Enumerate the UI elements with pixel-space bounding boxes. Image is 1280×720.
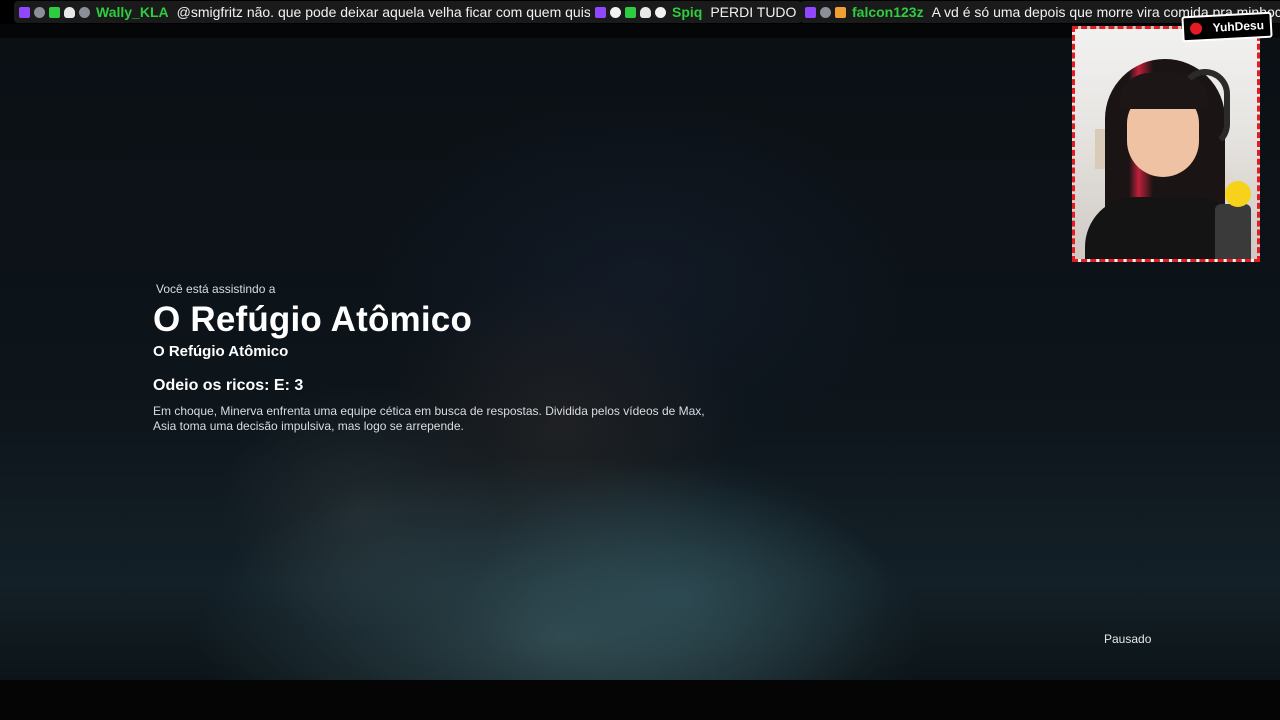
now-playing-overlay: Você está assistindo a O Refúgio Atômico…	[153, 282, 733, 434]
duck-toy-icon	[1225, 181, 1251, 207]
subscriber-badge-icon	[805, 6, 816, 18]
logo-text: YuhDesu	[1212, 18, 1265, 35]
chat-username: Wally_KLA	[96, 4, 169, 20]
streamer-logo: YuhDesu	[1181, 11, 1273, 43]
check-badge-icon	[625, 6, 636, 18]
ghost-badge-icon	[640, 6, 651, 18]
skull-badge-icon	[655, 6, 666, 18]
headset-icon	[1180, 69, 1230, 149]
chat-ticker: Wally_KLA @smigfritz não. que pode deixa…	[0, 0, 1280, 24]
episode-title: Odeio os ricos: E: 3	[153, 377, 304, 394]
bits-badge-icon	[820, 6, 831, 18]
paused-status: Pausado	[1104, 632, 1152, 646]
webcam-overlay	[1072, 26, 1260, 262]
episode-description: Em choque, Minerva enfrenta uma equipe c…	[153, 404, 705, 433]
subscriber-badge-icon	[19, 6, 30, 18]
microphone-icon	[1215, 204, 1251, 259]
chat-message: Spiq PERDI TUDO	[590, 1, 803, 23]
chat-username: Spiq	[672, 4, 703, 20]
bunny-badge-icon	[79, 6, 90, 18]
bits-badge-icon	[34, 6, 45, 18]
subscriber-badge-icon	[595, 6, 606, 18]
skull-badge-icon	[610, 6, 621, 18]
chat-text: @smigfritz não. que pode deixar aquela v…	[176, 4, 604, 20]
check-badge-icon	[49, 6, 60, 18]
now-watching-label: Você está assistindo a	[156, 282, 276, 296]
logo-mark-icon	[1189, 22, 1203, 35]
gift-badge-icon	[835, 6, 846, 18]
chat-message: Wally_KLA @smigfritz não. que pode deixa…	[14, 1, 610, 23]
chat-text: PERDI TUDO	[710, 4, 797, 20]
show-title: O Refúgio Atômico	[153, 300, 473, 339]
ghost-badge-icon	[64, 6, 75, 18]
chat-username: falcon123z	[852, 4, 924, 20]
show-subtitle: O Refúgio Atômico	[153, 343, 289, 360]
letterbox-bottom	[0, 680, 1280, 720]
